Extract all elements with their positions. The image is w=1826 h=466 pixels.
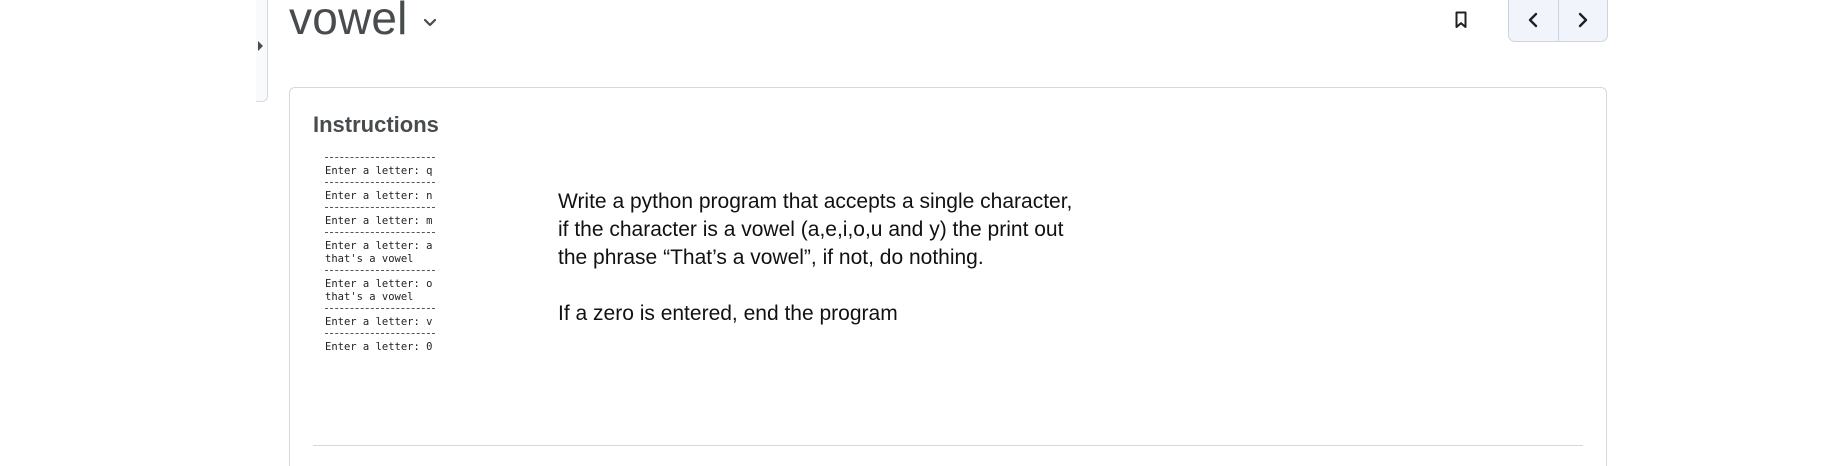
- topic-navigation: [1508, 0, 1608, 42]
- console-line: Enter a letter: n: [325, 190, 433, 202]
- console-separator: [325, 232, 435, 239]
- bookmark-icon: [1455, 11, 1467, 28]
- instructions-card: Instructions Enter a letter: q Enter a le…: [289, 87, 1607, 466]
- bookmark-button[interactable]: [1448, 4, 1474, 36]
- console-line: Enter a letter: q: [325, 165, 433, 177]
- console-line: that's a vowel: [325, 291, 414, 303]
- console-separator: [325, 270, 435, 277]
- console-line: Enter a letter: v: [325, 316, 433, 328]
- console-output-image: Enter a letter: q Enter a letter: n Enter …: [325, 153, 443, 354]
- previous-button[interactable]: [1509, 0, 1558, 41]
- instructions-paragraph: Write a python program that accepts a si…: [558, 190, 1073, 269]
- console-separator: [325, 157, 435, 164]
- page-title: vowel: [289, 0, 408, 44]
- title-row: vowel: [289, 0, 438, 48]
- console-separator: [325, 308, 435, 315]
- assignment-page: vowel Instructions Enter a letter: q Ente…: [0, 0, 1826, 466]
- console-separator: [325, 333, 435, 340]
- sidebar-toggle[interactable]: [256, 0, 268, 102]
- chevron-left-icon: [1529, 12, 1538, 28]
- instructions-paragraph: If a zero is entered, end the program: [558, 302, 898, 325]
- console-separator: [325, 207, 435, 214]
- console-line: Enter a letter: 0: [325, 341, 433, 353]
- instructions-text: Write a python program that accepts a si…: [558, 188, 1078, 328]
- console-separator: [325, 182, 435, 189]
- caret-right-icon: [258, 41, 263, 51]
- chevron-down-icon[interactable]: [422, 15, 438, 31]
- divider: [313, 445, 1583, 446]
- instructions-heading: Instructions: [313, 112, 439, 137]
- console-line: Enter a letter: a: [325, 240, 433, 252]
- chevron-right-icon: [1578, 12, 1587, 28]
- console-line: Enter a letter: o: [325, 278, 433, 290]
- console-line: that's a vowel: [325, 253, 414, 265]
- console-line: Enter a letter: m: [325, 215, 433, 227]
- next-button[interactable]: [1557, 0, 1608, 41]
